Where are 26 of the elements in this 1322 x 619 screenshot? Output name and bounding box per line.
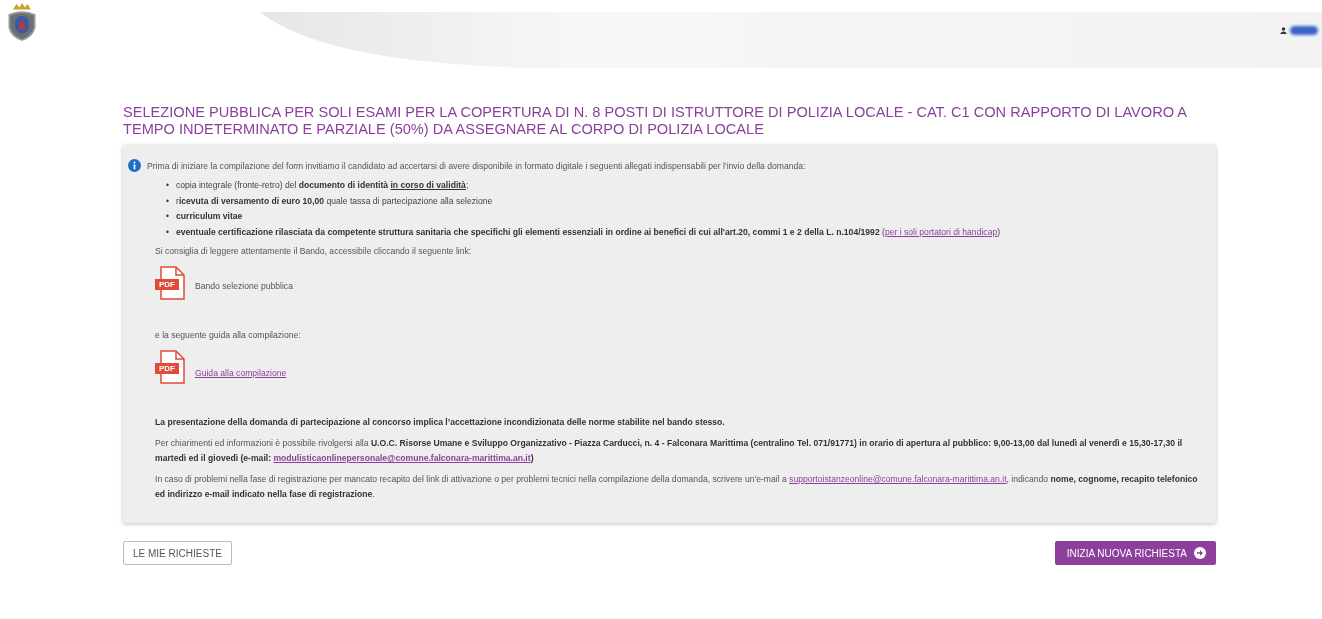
email-link[interactable]: modulisticaonlinepersonale@comune.falconara-marittima.an.it <box>273 453 531 463</box>
new-request-button[interactable]: INIZIA NUOVA RICHIESTA <box>1054 541 1216 565</box>
attachment-text: eventuale certificazione rilasciata da competente struttura sanitaria che specifichi gli elementi essenziali in ordine ai benefici di cui all'art.20, commi 1 e 2 della L. n.104/1992 (per i soli portatori di handicap) <box>176 225 1001 239</box>
guide-link[interactable]: Guida alla compilazione <box>195 368 287 378</box>
list-bullet: • <box>166 179 169 192</box>
attachment-text: ricevuta di versamento di euro 10,00 quale tassa di partecipazione alla selezione <box>176 194 493 208</box>
redacted-username <box>1290 26 1318 35</box>
pdf-badge: PDF <box>155 279 179 290</box>
arrow-circle-icon <box>1194 547 1206 559</box>
note-text: Per chiarimenti ed informazioni è possibile rivolgersi alla U.O.C. Risorse Umane e Sviluppo Organizzativo - Piazza Carducci, n. 4 - Falconara Marittima (centralino Tel. 071/91771) in orario di apertura al pubblico: 9,00-13,00 dal lunedì al venerdì e 15,30-17,30 il martedì ed il giovedì (e-mail: modulisticaonlinepersonale@comune.falconara-marittima.an.it) <box>155 437 1184 465</box>
document-label: Bando selezione pubblica <box>195 281 293 291</box>
intro-text: Prima di iniziare la compilazione del form invitiamo il candidato ad accertarsi di avere disponibile in formato digitale i seguenti allegati indispensabili per l'invio della domanda: <box>147 160 806 171</box>
info-icon <box>128 159 141 172</box>
guide-hint: e la seguente guida alla compilazione: <box>155 330 302 340</box>
note-text: In caso di problemi nella fase di registrazione per mancato recapito del link di attivazione o per problemi tecnici nella compilazione della domanda, scrivere un'e-mail a supportoistanzeonline@comune.falconara-marittima.an.it, indicando nome, cognome, recapito telefonico ed indirizzo e-mail indicato nella fase di registrazione. <box>155 473 1199 501</box>
pdf-badge: PDF <box>155 363 179 374</box>
list-bullet: • <box>166 225 169 239</box>
list-bullet: • <box>166 210 169 223</box>
list-bullet: • <box>166 194 169 208</box>
user-icon[interactable] <box>1280 27 1287 34</box>
my-requests-button[interactable]: LE MIE RICHIESTE <box>123 541 232 565</box>
bando-hint: Si consiglia di leggere attentamente il Bando, accessibile cliccando il seguente link: <box>155 246 473 256</box>
attachment-text: copia integrale (fronte-retro) del documento di identità in corso di validità; <box>176 179 469 192</box>
note-text: La presentazione della domanda di partecipazione al concorso implica l’accettazione incondizionata delle norme stabilite nel bando stesso. <box>155 416 726 429</box>
page-title: SELEZIONE PUBBLICA PER SOLI ESAMI PER LA COPERTURA DI N. 8 POSTI DI ISTRUTTORE DI POLIZIA LOCALE - CAT. C1 CON RAPPORTO DI LAVORO A TEMPO INDETERMINATO E PARZIALE (50%) DA ASSEGNARE AL CORPO DI POLIZIA LOCALE <box>123 104 1188 138</box>
attachment-text: curriculum vitae <box>176 210 243 223</box>
